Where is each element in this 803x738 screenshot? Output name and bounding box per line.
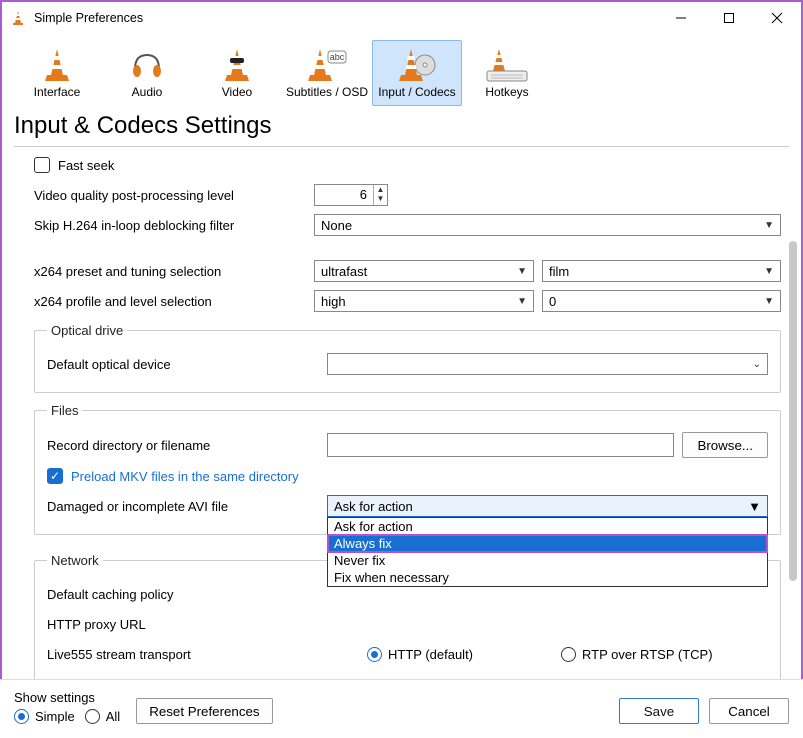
rtp-radio-label: RTP over RTSP (TCP) [582,647,713,662]
avi-option[interactable]: Fix when necessary [328,569,767,586]
tab-label: Hotkeys [463,85,551,99]
cone-speech-icon: abc [283,45,371,85]
preload-mkv-checkbox[interactable]: ✓ [47,468,63,484]
optical-drive-group: Optical drive Default optical device ⌄ [34,323,781,393]
chevron-down-icon: ▼ [764,296,774,307]
default-optical-label: Default optical device [47,357,327,372]
x264-profile-select[interactable]: high▼ [314,290,534,312]
x264-profile-label: x264 profile and level selection [34,294,314,309]
avi-option[interactable]: Always fix [328,535,767,552]
simple-radio-label: Simple [35,709,75,724]
chevron-down-icon: ▼ [517,296,527,307]
all-radio-label: All [106,709,120,724]
fast-seek-row: Fast seek [34,153,781,177]
cancel-button[interactable]: Cancel [709,698,789,724]
chevron-down-icon: ▼ [517,266,527,277]
tab-video[interactable]: Video [192,40,282,106]
x264-level-select[interactable]: 0▼ [542,290,781,312]
cone-sunglasses-icon [193,45,281,85]
category-tabs: Interface Audio Video abc Subtitles / OS… [2,34,801,108]
avi-label: Damaged or incomplete AVI file [47,499,327,514]
titlebar: Simple Preferences [2,2,801,34]
tab-label: Audio [103,85,191,99]
divider [14,146,789,147]
close-button[interactable] [753,2,801,34]
page-title: Input & Codecs Settings [2,108,801,144]
x264-preset-select[interactable]: ultrafast▼ [314,260,534,282]
show-settings-group: Show settings Simple All [14,690,120,724]
chevron-down-icon: ⌄ [753,359,761,370]
live555-label: Live555 stream transport [47,647,367,662]
vqpp-spinner[interactable]: 6 ▲▼ [314,184,388,206]
window-title: Simple Preferences [34,11,657,25]
headphones-icon [103,45,191,85]
vlc-icon [10,10,26,26]
all-radio[interactable] [85,709,100,724]
tab-label: Subtitles / OSD [283,85,371,99]
tab-input-codecs[interactable]: Input / Codecs [372,40,462,106]
simple-radio[interactable] [14,709,29,724]
tab-label: Video [193,85,281,99]
cone-keyboard-icon [463,45,551,85]
tab-label: Interface [13,85,101,99]
rtp-radio[interactable] [561,647,576,662]
fast-seek-label: Fast seek [58,158,114,173]
save-button[interactable]: Save [619,698,699,724]
files-legend: Files [47,403,82,418]
spinner-arrows[interactable]: ▲▼ [373,185,387,205]
chevron-down-icon: ▼ [764,266,774,277]
vqpp-label: Video quality post-processing level [34,188,314,203]
optical-legend: Optical drive [47,323,127,338]
tab-subtitles[interactable]: abc Subtitles / OSD [282,40,372,106]
minimize-button[interactable] [657,2,705,34]
skip-filter-select[interactable]: None▼ [314,214,781,236]
proxy-label: HTTP proxy URL [47,617,327,632]
network-legend: Network [47,553,103,568]
tab-hotkeys[interactable]: Hotkeys [462,40,552,106]
cone-icon [13,45,101,85]
cone-disc-icon [373,45,461,85]
svg-text:abc: abc [330,52,345,62]
x264-tuning-select[interactable]: film▼ [542,260,781,282]
record-dir-input[interactable] [327,433,674,457]
avi-option[interactable]: Never fix [328,552,767,569]
tab-interface[interactable]: Interface [12,40,102,106]
vqpp-value: 6 [315,185,373,205]
show-settings-label: Show settings [14,690,120,705]
settings-scroll-area: Fast seek Video quality post-processing … [2,153,801,631]
scrollbar[interactable] [789,241,797,581]
chevron-down-icon: ▼ [748,499,761,514]
x264-preset-label: x264 preset and tuning selection [34,264,314,279]
record-dir-label: Record directory or filename [47,438,327,453]
preload-mkv-label: Preload MKV files in the same directory [71,469,299,484]
avi-dropdown-list: Ask for action Always fix Never fix Fix … [327,517,768,587]
maximize-button[interactable] [705,2,753,34]
avi-option[interactable]: Ask for action [328,518,767,535]
browse-button[interactable]: Browse... [682,432,768,458]
caching-label: Default caching policy [47,587,327,602]
files-group: Files Record directory or filename Brows… [34,403,781,535]
skip-filter-label: Skip H.264 in-loop deblocking filter [34,218,314,233]
http-radio-label: HTTP (default) [388,647,473,662]
chevron-down-icon: ▼ [764,220,774,231]
fast-seek-checkbox[interactable] [34,157,50,173]
tab-audio[interactable]: Audio [102,40,192,106]
footer: Show settings Simple All Reset Preferenc… [0,679,803,738]
default-optical-select[interactable]: ⌄ [327,353,768,375]
http-radio[interactable] [367,647,382,662]
tab-label: Input / Codecs [373,85,461,99]
reset-preferences-button[interactable]: Reset Preferences [136,698,272,724]
avi-select[interactable]: Ask for action▼ Ask for action Always fi… [327,495,768,517]
